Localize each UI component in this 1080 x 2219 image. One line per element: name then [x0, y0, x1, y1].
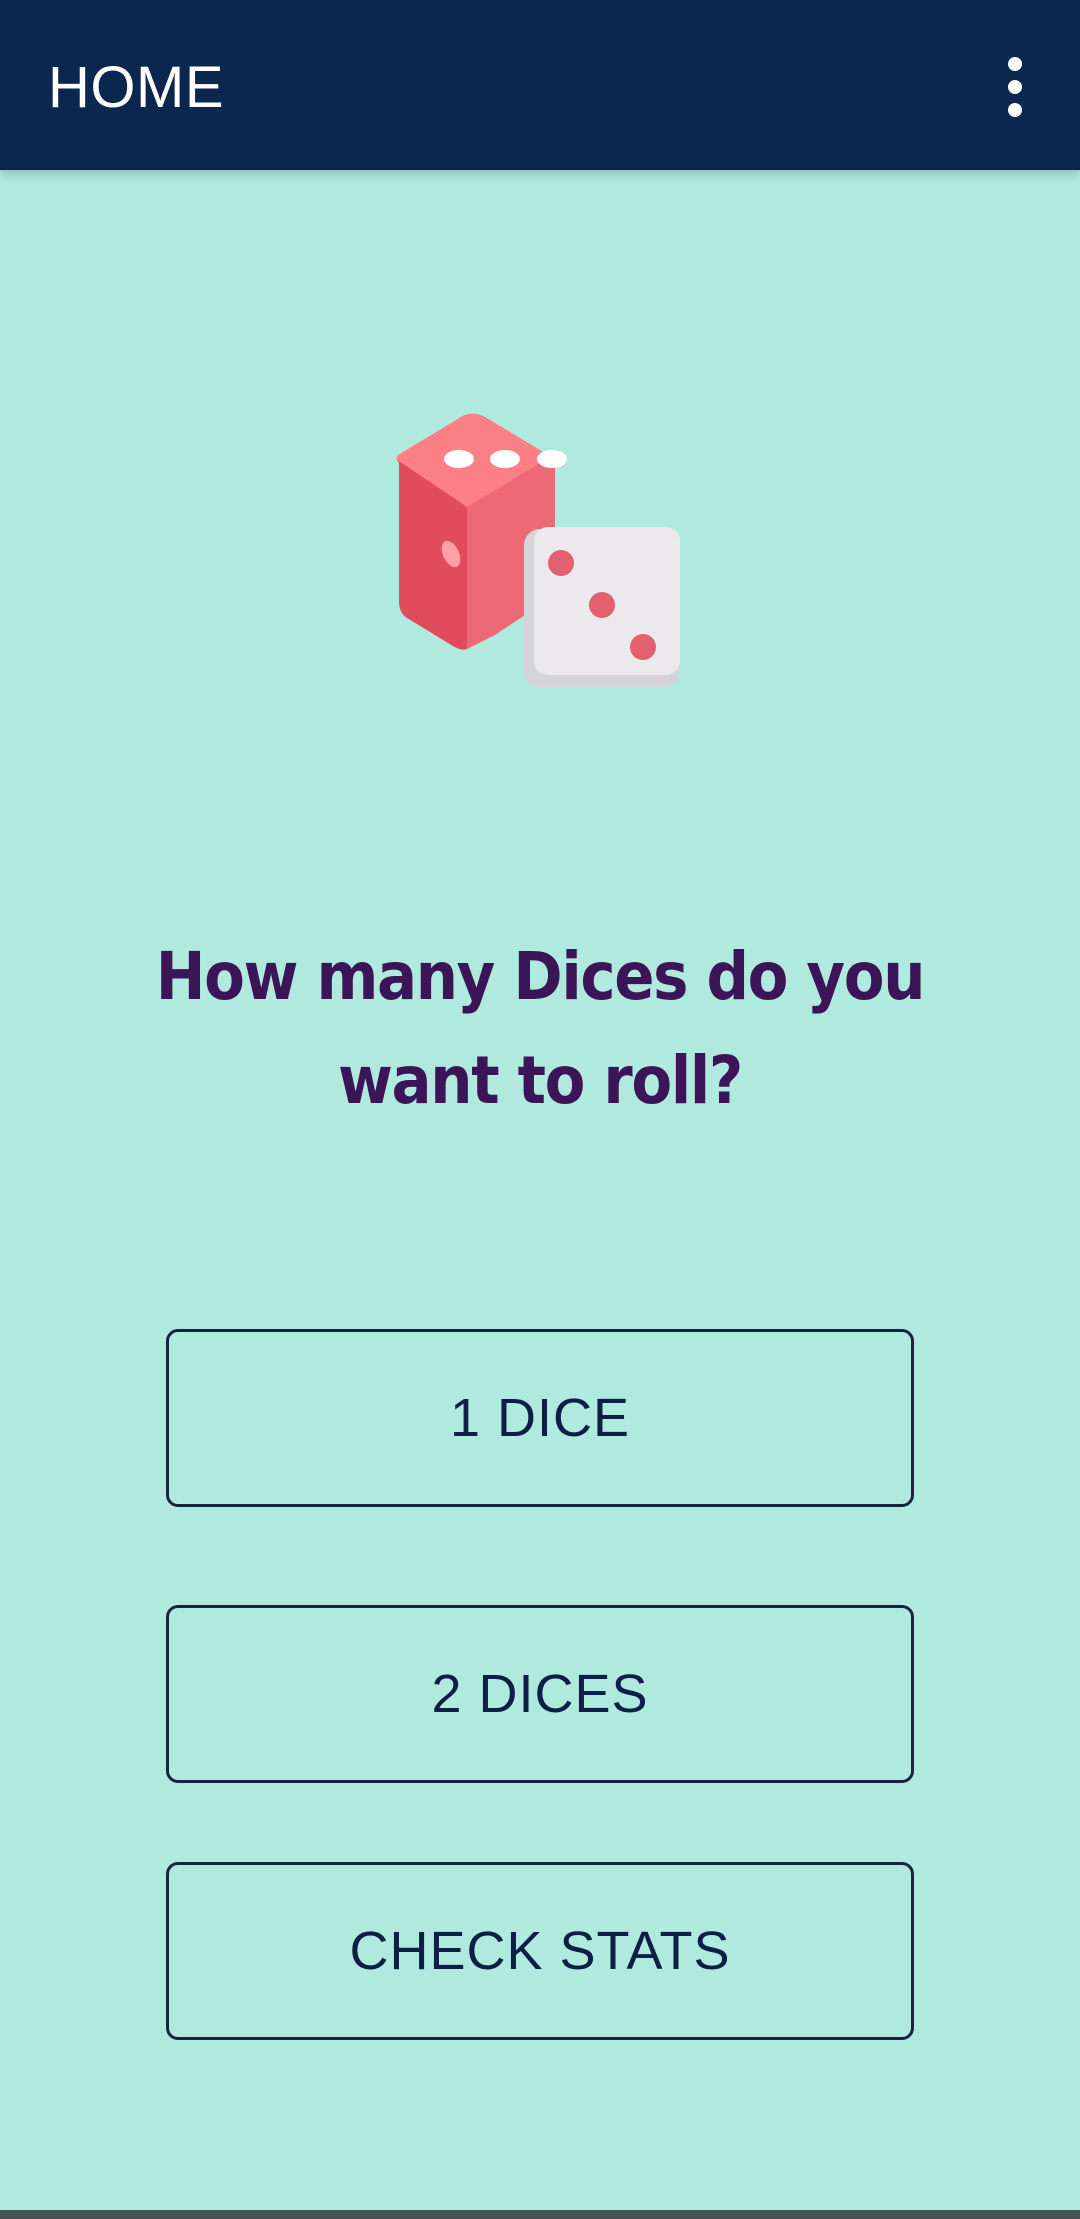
app-bar: HOME — [0, 0, 1080, 170]
more-vert-icon[interactable] — [985, 52, 1045, 122]
check-stats-button[interactable]: CHECK STATS — [166, 1862, 914, 2040]
question-heading: How many Dices do you want to roll? — [155, 938, 926, 1119]
app-title: HOME — [48, 55, 224, 120]
bottom-edge — [0, 2210, 1080, 2219]
two-dices-button[interactable]: 2 DICES — [166, 1605, 914, 1783]
one-dice-button[interactable]: 1 DICE — [166, 1329, 914, 1507]
dice-icon — [395, 395, 685, 695]
